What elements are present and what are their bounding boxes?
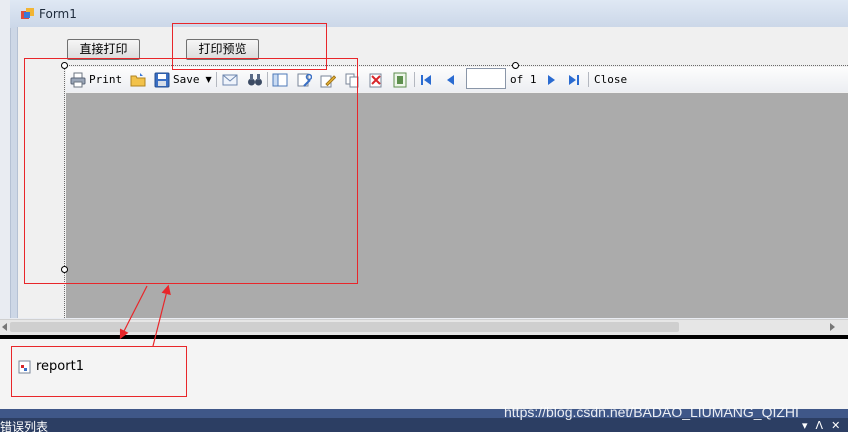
annotation-arrow-up: [152, 284, 171, 347]
annotation-arrows: [119, 284, 171, 347]
annotation-arrow-down: [119, 285, 148, 340]
